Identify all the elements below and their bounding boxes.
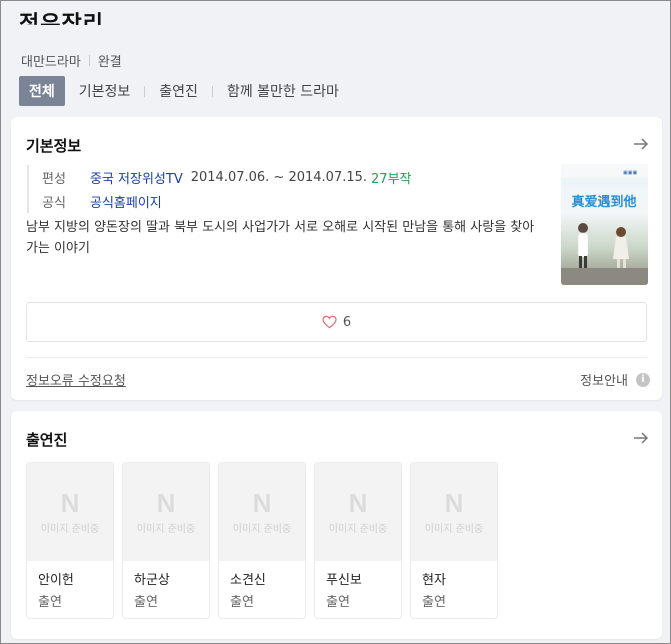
broadcast-row: 편성 중국 저장위성TV 2014.07.06. ~ 2014.07.15. 2… [42,165,412,189]
cast-card-section: 출연진 N 이미지 준비중 안이헌 출연 N 이미지 준비중 하군상 출연 N … [11,411,662,639]
placeholder-n-icon: N [348,488,368,518]
tab-basic-info[interactable]: 기본정보 [79,77,131,105]
placeholder-text: 이미지 준비중 [424,524,484,535]
placeholder-text: 이미지 준비중 [232,524,292,535]
placeholder-n-icon: N [156,488,176,518]
cast-member-card[interactable]: N 이미지 준비중 소견신 출연 [218,462,306,619]
placeholder-n-icon: N [252,488,272,518]
tab-all[interactable]: 전체 [19,76,65,106]
card-divider [26,357,647,358]
cast-list: N 이미지 준비중 안이헌 출연 N 이미지 준비중 하군상 출연 N 이미지 … [26,462,506,619]
cast-role: 출연 [230,595,254,610]
cast-name: 소견신 [230,573,266,588]
cast-member-card[interactable]: N 이미지 준비중 안이헌 출연 [26,462,114,619]
placeholder-n-icon: N [60,488,80,518]
tab-similar[interactable]: 함께 볼만한 드라마 [227,77,339,105]
cast-role: 출연 [326,595,350,610]
broadcaster-link[interactable]: 중국 저장위성TV [90,168,183,187]
placeholder-n-icon: N [444,488,464,518]
cast-title[interactable]: 출연진 [26,429,67,450]
official-homepage-link[interactable]: 공식홈페이지 [90,192,162,211]
info-block: 편성 중국 저장위성TV 2014.07.06. ~ 2014.07.15. 2… [27,165,412,213]
tab-divider [144,85,146,97]
arrow-right-icon[interactable] [632,429,650,447]
info-icon: i [636,372,650,387]
meta-divider [88,55,90,66]
like-button[interactable]: 6 [26,302,647,342]
cast-role: 출연 [38,595,62,610]
cast-role: 출연 [422,595,446,610]
cast-name: 현자 [422,573,446,588]
poster-image[interactable]: ▣▣▣ 真爱遇到他 [561,164,648,285]
broadcast-label: 편성 [42,171,66,187]
cast-name: 안이헌 [38,573,74,588]
meta-country: 대만드라마 [21,55,81,70]
cast-member-card[interactable]: N 이미지 준비중 푸신보 출연 [314,462,402,619]
synopsis: 남부 지방의 양돈장의 딸과 북부 도시의 사업가가 서로 오해로 시작된 만남… [26,220,535,256]
heart-icon [322,315,337,329]
drama-header: 정유작리 대만드라마 완결 전체 기본정보 출연진 함께 볼만한 드라마 [1,1,670,113]
info-guide[interactable]: 정보안내 i [580,370,650,389]
drama-meta: 대만드라마 완결 [21,51,122,70]
meta-status: 완결 [97,55,122,70]
cast-image-placeholder: N 이미지 준비중 [27,463,113,561]
official-label: 공식 [42,195,66,211]
arrow-right-icon[interactable] [632,135,650,153]
placeholder-text: 이미지 준비중 [328,524,388,535]
cast-member-card[interactable]: N 이미지 준비중 하군상 출연 [122,462,210,619]
cast-image-placeholder: N 이미지 준비중 [315,463,401,561]
broadcast-dates: 2014.07.06. ~ 2014.07.15. [190,169,368,185]
page-title: 정유작리 [19,12,104,25]
cast-member-card[interactable]: N 이미지 준비중 현자 출연 [410,462,498,619]
report-error-link[interactable]: 정보오류 수정요청 [26,370,126,389]
cast-role: 출연 [134,595,158,610]
cast-image-placeholder: N 이미지 준비중 [123,463,209,561]
info-guide-label: 정보안내 [580,374,628,389]
cast-name: 푸신보 [326,573,362,588]
like-count: 6 [342,314,352,330]
tab-cast[interactable]: 출연진 [159,77,198,105]
svg-text:▣▣▣: ▣▣▣ [623,170,637,176]
cast-name: 하군상 [134,573,170,588]
basic-info-card: 기본정보 편성 중국 저장위성TV 2014.07.06. ~ 2014.07.… [11,117,662,400]
cast-image-placeholder: N 이미지 준비중 [219,463,305,561]
basic-info-title[interactable]: 기본정보 [26,135,81,156]
official-row: 공식 공식홈페이지 [42,189,412,213]
poster-title: 真爱遇到他 [571,194,636,210]
poster-art: ▣▣▣ 真爱遇到他 [561,164,648,285]
placeholder-text: 이미지 준비중 [40,524,100,535]
cast-image-placeholder: N 이미지 준비중 [411,463,497,561]
tab-divider [211,85,213,97]
placeholder-text: 이미지 준비중 [136,524,196,535]
tab-bar: 전체 기본정보 출연진 함께 볼만한 드라마 [19,76,339,106]
episode-count: 27부작 [371,171,412,187]
